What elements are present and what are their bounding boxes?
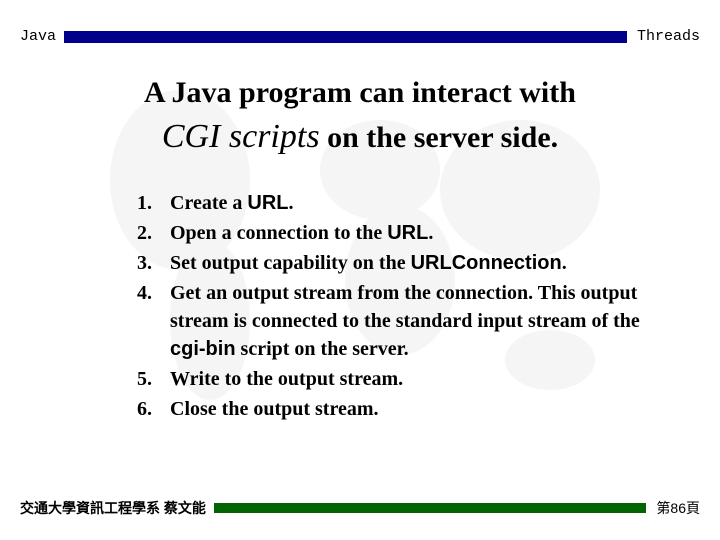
slide-title: A Java program can interact with CGI scr… <box>0 73 720 159</box>
header-bar-row: Java Threads <box>0 0 720 45</box>
title-cgi: CGI scripts <box>162 118 320 155</box>
list-number: 1. <box>110 189 170 217</box>
list-number: 2. <box>110 219 170 247</box>
footer-divider <box>214 503 647 513</box>
list-text: Open a connection to the URL. <box>170 219 640 247</box>
list-text: Create a URL. <box>170 189 640 217</box>
list-number: 5. <box>110 365 170 393</box>
title-line2: on the server side. <box>320 121 559 154</box>
list-item: 5.Write to the output stream. <box>110 365 640 393</box>
list-number: 4. <box>110 279 170 363</box>
steps-list: 1.Create a URL.2.Open a connection to th… <box>110 189 640 423</box>
list-item: 2.Open a connection to the URL. <box>110 219 640 247</box>
list-item: 6.Close the output stream. <box>110 395 640 423</box>
header-right-label: Threads <box>627 28 700 45</box>
footer-page-number: 第86頁 <box>646 498 700 518</box>
list-text: Set output capability on the URLConnecti… <box>170 249 640 277</box>
title-line1: A Java program can interact with <box>144 76 576 109</box>
list-text: Get an output stream from the connection… <box>170 279 640 363</box>
list-number: 3. <box>110 249 170 277</box>
header-left-label: Java <box>20 28 64 45</box>
footer-bar-row: 交通大學資訊工程學系 蔡文能 第86頁 <box>0 498 720 518</box>
list-text: Close the output stream. <box>170 395 640 423</box>
header-divider <box>64 31 627 43</box>
list-item: 1.Create a URL. <box>110 189 640 217</box>
list-item: 4.Get an output stream from the connecti… <box>110 279 640 363</box>
footer-left-label: 交通大學資訊工程學系 蔡文能 <box>20 498 214 518</box>
list-number: 6. <box>110 395 170 423</box>
list-text: Write to the output stream. <box>170 365 640 393</box>
list-item: 3.Set output capability on the URLConnec… <box>110 249 640 277</box>
